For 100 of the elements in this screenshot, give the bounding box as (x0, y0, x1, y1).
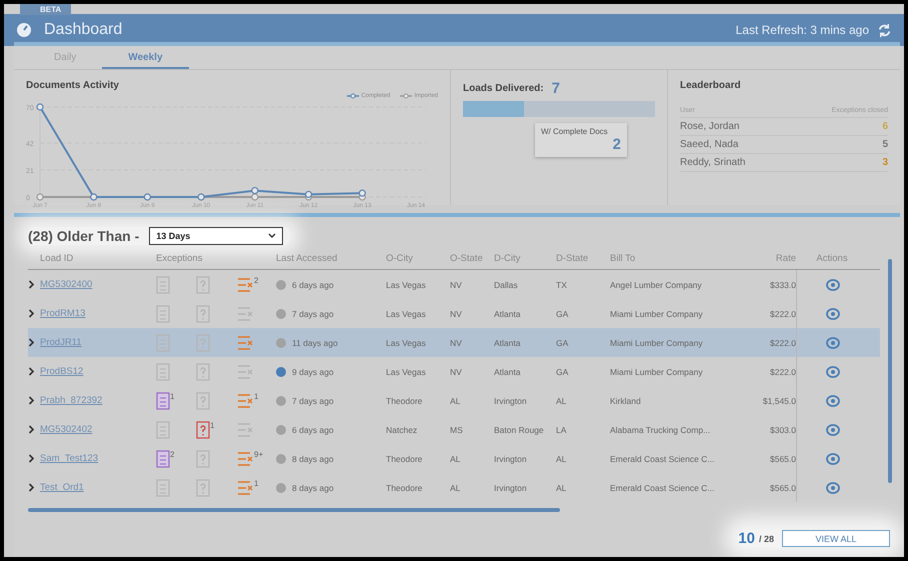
table-row[interactable]: ProdBS12 9 days ago Las Vegas NV Atlanta GA Miami Lumber Company $222.0 (28, 357, 880, 386)
list-cross-icon[interactable] (236, 362, 254, 380)
expand-icon[interactable] (28, 280, 35, 289)
table-cell-text: Atlanta (494, 308, 522, 318)
count-label: 1 (254, 478, 258, 488)
document-icon[interactable] (156, 392, 170, 410)
expand-icon[interactable] (28, 425, 35, 434)
view-icon[interactable] (826, 278, 840, 290)
table-cell-text: NV (450, 366, 463, 376)
document-icon[interactable] (156, 334, 170, 352)
table-cell-text: Angel Lumber Company (610, 280, 703, 290)
table-cell: 11 days ago (292, 338, 338, 348)
tooltip-value: 2 (612, 136, 621, 153)
tab[interactable]: Weekly (102, 46, 189, 69)
table-cell-text: Irvington (494, 396, 528, 406)
list-cross-icon[interactable] (236, 450, 254, 468)
load-id-link[interactable]: Test_Ord1 (40, 482, 156, 493)
document-icon[interactable] (156, 362, 170, 380)
table-cell-text: $333.0 (769, 280, 796, 290)
table-cell-text: AL (450, 396, 462, 406)
table-cell-text: Theodore (386, 396, 424, 406)
load-id-link[interactable]: ProdRM13 (40, 308, 156, 319)
refresh-icon[interactable] (877, 22, 892, 38)
table-cell-text: AL (450, 454, 462, 464)
view-icon[interactable] (826, 482, 840, 494)
caret-icon (268, 233, 276, 239)
table-cell-text: NV (450, 338, 463, 348)
view-icon[interactable] (826, 452, 840, 464)
last-refresh-text: Last Refresh: 3 mins ago (736, 23, 869, 37)
count-label: 1 (170, 392, 174, 400)
vertical-scrollbar[interactable] (888, 259, 892, 483)
list-cross-icon[interactable] (236, 276, 254, 294)
table-cell-text: Theodore (386, 454, 424, 464)
column-header: Rate (774, 253, 796, 264)
column-header: Load ID (40, 253, 74, 264)
expand-icon[interactable] (28, 396, 35, 405)
question-document-icon[interactable] (196, 304, 210, 322)
document-icon[interactable] (156, 478, 170, 496)
table-cell-text: AL (556, 396, 568, 406)
table-cell-text: Emerald Coast Science C... (610, 482, 716, 492)
question-document-icon[interactable] (196, 392, 210, 410)
card-title: Documents Activity (26, 80, 120, 91)
question-document-icon[interactable] (196, 276, 210, 294)
table-cell-text: Irvington (494, 454, 528, 464)
column-header: Actions (815, 253, 849, 264)
tooltip-label: W/ Complete Docs (541, 127, 609, 136)
load-id-link[interactable]: ProdJR11 (40, 337, 156, 348)
view-icon[interactable] (826, 308, 840, 320)
count-label: 9+ (254, 450, 264, 458)
user-name: Reddy, Srinath (680, 157, 746, 168)
load-id-link[interactable]: MG5302400 (40, 279, 156, 290)
load-id-link[interactable]: MG5302402 (40, 424, 156, 435)
table-cell-text: Las Vegas (386, 280, 427, 290)
days-select[interactable]: 13 Days (149, 227, 284, 245)
table-cell: 6 days ago (292, 280, 334, 290)
table-row[interactable]: ProdJR11 11 days ago Las Vegas NV Atlanta GA Miami Lumber Company $222.0 (28, 328, 880, 357)
document-icon[interactable] (156, 276, 170, 294)
table-cell-text: $1,545.0 (762, 396, 796, 406)
list-cross-icon[interactable] (236, 334, 254, 352)
list-cross-icon[interactable] (236, 392, 254, 410)
view-icon[interactable] (826, 336, 840, 348)
table-cell-text: MS (450, 424, 464, 434)
load-id-link[interactable]: Sam_Test123 (40, 453, 156, 464)
load-id-link[interactable]: Prabh_872392 (40, 395, 156, 406)
user-name: Rose, Jordan (680, 121, 740, 132)
question-document-icon[interactable] (196, 362, 210, 380)
load-id-link[interactable]: ProdBS12 (40, 366, 156, 377)
question-document-icon[interactable] (196, 478, 210, 496)
expand-icon[interactable] (28, 309, 35, 318)
table-cell-text: Miami Lumber Company (610, 366, 704, 376)
expand-icon[interactable] (28, 483, 35, 492)
column-header: Exceptions (156, 253, 204, 264)
list-cross-icon[interactable] (236, 478, 254, 496)
document-icon[interactable] (156, 450, 170, 468)
table-cell-text: AL (556, 482, 568, 492)
total-count: / 28 (758, 534, 774, 544)
card-title: Leaderboard (680, 80, 742, 91)
table-cell-text: AL (450, 482, 462, 492)
document-icon[interactable] (156, 304, 170, 322)
document-icon[interactable] (156, 420, 170, 438)
question-document-icon[interactable] (196, 450, 210, 468)
loads-value: 7 (552, 80, 560, 97)
expand-icon[interactable] (28, 367, 35, 376)
question-document-icon[interactable] (196, 420, 210, 438)
view-all-button[interactable]: VIEW ALL (782, 530, 890, 547)
list-cross-icon[interactable] (236, 420, 254, 438)
count-label: 1 (210, 420, 214, 430)
table-cell-text: $303.0 (769, 424, 796, 434)
list-cross-icon[interactable] (236, 304, 254, 322)
table-cell-text: Las Vegas (386, 308, 427, 318)
horizontal-scrollbar[interactable] (28, 508, 560, 512)
view-icon[interactable] (826, 366, 840, 378)
table-cell-text: Dallas (494, 280, 519, 290)
expand-icon[interactable] (28, 338, 35, 347)
table-cell-text: LA (556, 424, 568, 434)
table-cell: 8 days ago (292, 482, 334, 492)
view-icon[interactable] (826, 424, 840, 436)
beta-badge: BETA (20, 4, 72, 15)
expand-icon[interactable] (28, 454, 35, 463)
view-icon[interactable] (826, 394, 840, 406)
